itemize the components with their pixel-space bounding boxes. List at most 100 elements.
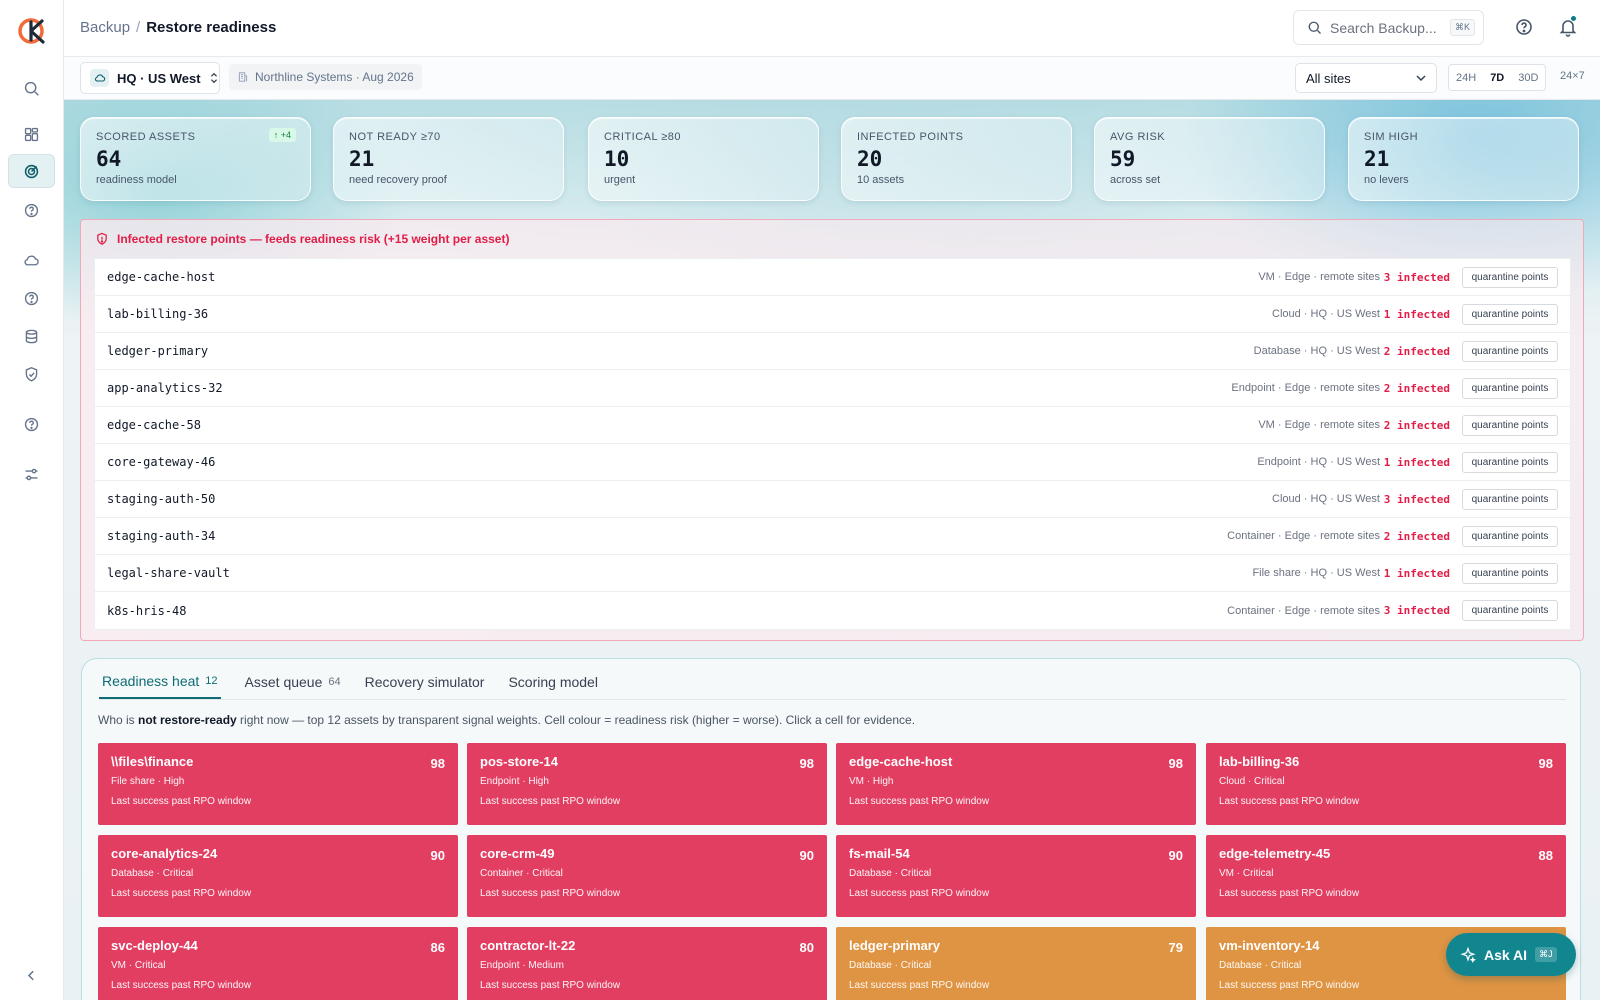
breadcrumb-parent[interactable]: Backup	[80, 19, 130, 36]
heat-cell[interactable]: svc-deploy-44 86 VM · Critical Last success…	[98, 927, 458, 1000]
kpi-sub: need recovery proof	[349, 174, 447, 186]
site-selector[interactable]: HQ · US West	[80, 62, 220, 94]
kpi-avg-risk[interactable]: AVG RISK 59 across set	[1094, 117, 1325, 201]
infected-row[interactable]: staging-auth-34 Container · Edge · remot…	[95, 518, 1570, 555]
heat-cell[interactable]: edge-cache-host 98 VM · High Last success p…	[836, 743, 1196, 825]
range-24x7-button[interactable]: 24×7	[1560, 70, 1585, 82]
range-30d-button[interactable]: 30D	[1511, 65, 1545, 90]
heat-desc-bold: not restore-ready	[138, 713, 237, 727]
tab-scoring-model[interactable]: Scoring model	[508, 659, 598, 699]
readiness-target-icon[interactable]	[8, 154, 55, 188]
asset-name: core-gateway-46	[107, 455, 216, 469]
help-circle-icon[interactable]	[1514, 17, 1534, 37]
asset-meta: VM · Edge · remote sites	[1258, 271, 1380, 283]
infected-row[interactable]: app-analytics-32 Endpoint · Edge · remot…	[95, 370, 1570, 407]
heat-cell-meta: Endpoint · Medium	[480, 960, 564, 971]
infected-row[interactable]: lab-billing-36 Cloud · HQ · US West 1 in…	[95, 296, 1570, 333]
infected-row[interactable]: edge-cache-58 VM · Edge · remote sites 2…	[95, 407, 1570, 444]
heat-cell[interactable]: \\files\finance 98 File share · High Last s…	[98, 743, 458, 825]
heat-cell[interactable]: core-analytics-24 90 Database · Critical La…	[98, 835, 458, 917]
range-24h-button[interactable]: 24H	[1449, 65, 1483, 90]
search-icon[interactable]	[8, 71, 55, 105]
infected-count: 3 infected	[1383, 270, 1450, 284]
kpi-not-ready[interactable]: NOT READY ≥70 21 need recovery proof	[333, 117, 564, 201]
database-icon[interactable]	[8, 319, 55, 353]
shield-alert-icon	[97, 232, 107, 245]
tab-asset-queue[interactable]: Asset queue 64	[245, 659, 341, 699]
quarantine-points-button[interactable]: quarantine points	[1462, 414, 1558, 436]
quarantine-points-button[interactable]: quarantine points	[1462, 451, 1558, 473]
heat-cell-meta: Endpoint · High	[480, 776, 549, 787]
kpi-critical[interactable]: CRITICAL ≥80 10 urgent	[588, 117, 819, 201]
sidebar	[0, 0, 64, 1000]
cloud-icon[interactable]	[8, 243, 55, 277]
heat-cell[interactable]: edge-telemetry-45 88 VM · Critical Last suc…	[1206, 835, 1566, 917]
sparkle-icon	[1460, 946, 1476, 963]
heat-cell[interactable]: core-crm-49 90 Container · Critical Last su…	[467, 835, 827, 917]
infected-row[interactable]: legal-share-vault File share · HQ · US W…	[95, 555, 1570, 592]
kpi-sub: no levers	[1364, 174, 1409, 186]
kpi-value: 64	[96, 147, 122, 171]
heat-cell-score: 90	[1168, 848, 1183, 863]
tab-recovery-simulator[interactable]: Recovery simulator	[365, 659, 485, 699]
help-circle-icon[interactable]	[8, 407, 55, 441]
panel-tabs: Readiness heat 12 Asset queue 64 Recovery …	[99, 659, 622, 699]
collapse-chevron-icon[interactable]	[8, 958, 55, 992]
org-label: Northline Systems · Aug 2026	[255, 70, 414, 84]
heat-cell-score: 98	[430, 756, 445, 771]
heat-cell-score: 86	[430, 940, 445, 955]
kpi-sim-high[interactable]: SIM HIGH 21 no levers	[1348, 117, 1579, 201]
quarantine-points-button[interactable]: quarantine points	[1462, 488, 1558, 510]
kpi-scored-assets[interactable]: SCORED ASSETS 64 readiness model ↑ +4	[80, 117, 311, 201]
help-circle-icon[interactable]	[8, 193, 55, 227]
infected-row[interactable]: k8s-hris-48 Container · Edge · remote si…	[95, 592, 1570, 629]
quarantine-points-button[interactable]: quarantine points	[1462, 266, 1558, 288]
sub-bar: HQ · US West Northline Systems · Aug 202…	[64, 57, 1600, 100]
infected-row[interactable]: staging-auth-50 Cloud · HQ · US West 3 i…	[95, 481, 1570, 518]
heat-cell[interactable]: lab-billing-36 98 Cloud · Critical Last suc…	[1206, 743, 1566, 825]
asset-meta: Container · Edge · remote sites	[1227, 530, 1380, 542]
infected-count: 1 infected	[1383, 455, 1450, 469]
heat-cell-name: edge-telemetry-45	[1219, 846, 1331, 861]
infected-row[interactable]: edge-cache-host VM · Edge · remote sites…	[95, 259, 1570, 296]
quarantine-points-button[interactable]: quarantine points	[1462, 525, 1558, 547]
asset-meta: Endpoint · HQ · US West	[1257, 456, 1380, 468]
search-input[interactable]	[1330, 19, 1442, 36]
heat-cell[interactable]: fs-mail-54 90 Database · Critical Last succ…	[836, 835, 1196, 917]
heat-cell-meta: Database · Critical	[849, 960, 932, 971]
logo-icon[interactable]	[17, 16, 47, 46]
quarantine-points-button[interactable]: quarantine points	[1462, 303, 1558, 325]
infected-row[interactable]: ledger-primary Database · HQ · US West 2…	[95, 333, 1570, 370]
kpi-sub: readiness model	[96, 174, 177, 186]
tab-readiness-heat[interactable]: Readiness heat 12	[99, 659, 221, 699]
infected-row[interactable]: core-gateway-46 Endpoint · HQ · US West …	[95, 444, 1570, 481]
dashboard-icon[interactable]	[8, 117, 55, 151]
heat-cell[interactable]: pos-store-14 98 Endpoint · High Last succes…	[467, 743, 827, 825]
heat-cell-note: Last success past RPO window	[480, 796, 621, 807]
kpi-infected-points[interactable]: INFECTED POINTS 20 10 assets	[841, 117, 1072, 201]
heat-cell-meta: Cloud · Critical	[1219, 776, 1285, 787]
infected-count: 2 infected	[1383, 529, 1450, 543]
quarantine-points-button[interactable]: quarantine points	[1462, 340, 1558, 362]
search-box[interactable]: ⌘K	[1293, 10, 1484, 45]
sites-filter-select[interactable]: All sites	[1295, 63, 1437, 93]
range-7d-button[interactable]: 7D	[1483, 65, 1511, 90]
infected-count: 1 infected	[1383, 566, 1450, 580]
kpi-value: 10	[604, 147, 630, 171]
chevron-updown-icon	[210, 72, 217, 84]
infected-restore-points-panel: Infected restore points — feeds readines…	[80, 219, 1584, 641]
sliders-icon[interactable]	[8, 457, 55, 491]
heat-cell[interactable]: ledger-primary 79 Database · Critical Last …	[836, 927, 1196, 1000]
shield-check-icon[interactable]	[8, 357, 55, 391]
heat-cell-score: 80	[799, 940, 814, 955]
tab-label: Readiness heat	[102, 673, 200, 689]
bell-icon[interactable]	[1558, 15, 1578, 37]
help-circle-icon[interactable]	[8, 281, 55, 315]
quarantine-points-button[interactable]: quarantine points	[1462, 377, 1558, 399]
quarantine-points-button[interactable]: quarantine points	[1462, 600, 1558, 621]
heat-cell[interactable]: contractor-lt-22 80 Endpoint · Medium Last …	[467, 927, 827, 1000]
time-range-group: 24H 7D 30D	[1448, 64, 1547, 91]
quarantine-points-button[interactable]: quarantine points	[1462, 562, 1558, 584]
asset-meta: VM · Edge · remote sites	[1258, 419, 1380, 431]
ask-ai-button[interactable]: Ask AI ⌘J	[1446, 933, 1576, 976]
